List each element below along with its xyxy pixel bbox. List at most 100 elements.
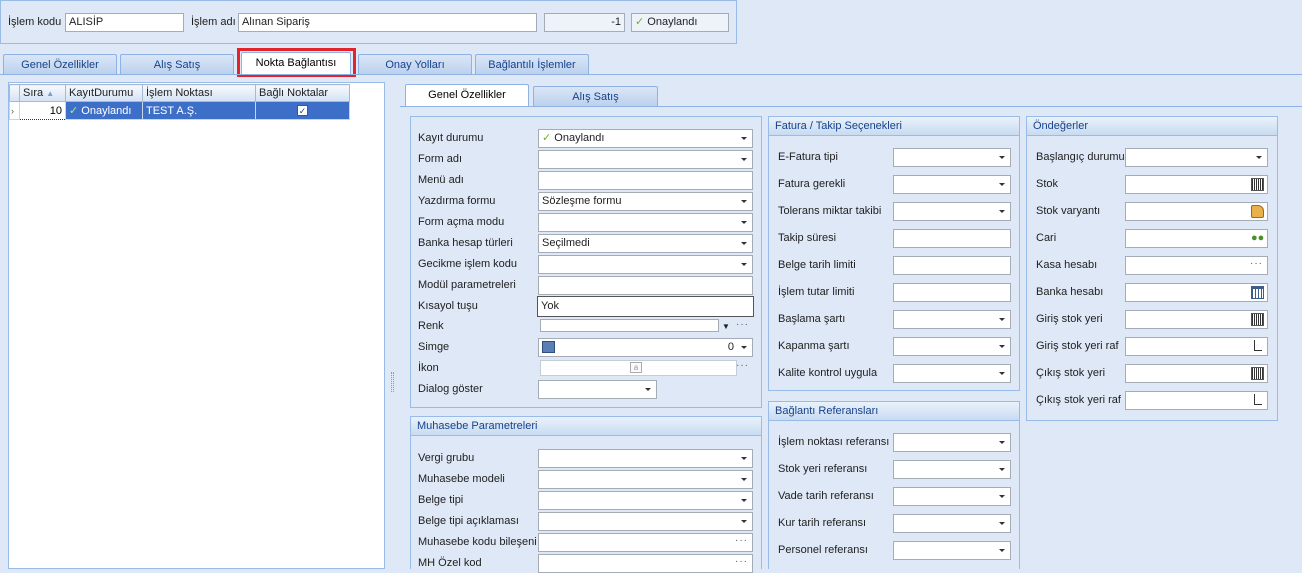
ikon-picker[interactable]: a ··· — [538, 359, 753, 378]
cikis-stok-yeri-raf-input[interactable] — [1125, 391, 1268, 410]
gecikme-islem-kodu-select[interactable] — [538, 255, 753, 274]
row-indicator-icon: › — [9, 101, 20, 120]
ellipsis-icon[interactable]: ··· — [1250, 257, 1263, 271]
muhasebe-kodu-bileseni-input[interactable]: ··· — [538, 533, 753, 552]
cell-kayit-durumu[interactable]: ✓ Onaylandı — [65, 101, 143, 120]
ellipsis-icon[interactable]: ··· — [735, 555, 748, 569]
islem-kodu-field[interactable]: ALISİP — [65, 13, 184, 32]
cari-input[interactable]: ●● — [1125, 229, 1268, 248]
cikis-stok-yeri-input[interactable] — [1125, 364, 1268, 383]
personel-referansi-select[interactable] — [893, 541, 1011, 560]
splitter-handle[interactable] — [391, 372, 394, 392]
form-acma-modu-select[interactable] — [538, 213, 753, 232]
renk-picker[interactable]: ▼ ··· — [538, 318, 753, 334]
takip-suresi-input[interactable] — [893, 229, 1011, 248]
vade-tarih-referansi-select[interactable] — [893, 487, 1011, 506]
tab-onay-yollari[interactable]: Onay Yolları — [358, 54, 472, 74]
col-kayit-durumu[interactable]: KayıtDurumu — [65, 84, 143, 102]
kur-tarih-referansi-select[interactable] — [893, 514, 1011, 533]
barcode-icon[interactable] — [1251, 313, 1264, 326]
vergi-grubu-select[interactable] — [538, 449, 753, 468]
label-form-adi: Form adı — [418, 153, 463, 165]
label-giris-stok-yeri-raf: Giriş stok yeri raf — [1036, 340, 1119, 352]
ellipsis-icon[interactable]: ··· — [736, 359, 749, 373]
label-form-acma-modu: Form açma modu — [418, 216, 505, 228]
e-fatura-tipi-select[interactable] — [893, 148, 1011, 167]
simge-select[interactable]: 0 — [538, 338, 753, 357]
tolerans-miktar-takibi-select[interactable] — [893, 202, 1011, 221]
menu-adi-input[interactable] — [538, 171, 753, 190]
users-icon[interactable]: ●● — [1251, 232, 1264, 245]
fatura-title: Fatura / Takip Seçenekleri — [769, 117, 1019, 136]
ellipsis-icon[interactable]: ··· — [735, 534, 748, 548]
fatura-gerekli-select[interactable] — [893, 175, 1011, 194]
label-banka-hesabi: Banka hesabı — [1036, 286, 1104, 298]
baslangic-durumu-select[interactable] — [1125, 148, 1268, 167]
belge-tipi-aciklamasi-select[interactable] — [538, 512, 753, 531]
col-bagli-noktalar[interactable]: Bağlı Noktalar — [255, 84, 350, 102]
tab-baglantili-islemler[interactable]: Bağlantılı İşlemler — [475, 54, 589, 74]
number-field[interactable]: -1 — [544, 13, 625, 32]
cell-sira[interactable]: 10 — [19, 101, 66, 120]
kapanma-sarti-select[interactable] — [893, 337, 1011, 356]
islem-adi-field[interactable]: Alınan Sipariş — [238, 13, 537, 32]
col-sira[interactable]: Sıra ▲ — [19, 84, 66, 102]
label-vergi-grubu: Vergi grubu — [418, 452, 475, 464]
label-kapanma-sarti: Kapanma şartı — [778, 340, 850, 352]
tree-icon[interactable] — [1254, 340, 1262, 351]
tab-strip-line — [0, 74, 1302, 75]
grid-panel — [8, 82, 385, 569]
ellipsis-icon[interactable]: ··· — [736, 318, 749, 332]
stok-varyanti-input[interactable] — [1125, 202, 1268, 221]
dialog-goster-select[interactable] — [538, 380, 657, 399]
baslama-sarti-select[interactable] — [893, 310, 1011, 329]
subtab-genel-ozellikler[interactable]: Genel Özellikler — [405, 84, 529, 106]
ondegerler-title: Öndeğerler — [1027, 117, 1277, 136]
banka-hesabi-input[interactable] — [1125, 283, 1268, 302]
barcode-icon[interactable] — [1251, 367, 1264, 380]
label-cikis-stok-yeri-raf: Çıkış stok yeri raf — [1036, 394, 1121, 406]
barcode-icon[interactable] — [1251, 178, 1264, 191]
belge-tipi-select[interactable] — [538, 491, 753, 510]
modul-parametreleri-input[interactable] — [538, 276, 753, 295]
tab-genel-ozellikler[interactable]: Genel Özellikler — [3, 54, 117, 74]
stok-yeri-referansi-select[interactable] — [893, 460, 1011, 479]
yazdirma-formu-select[interactable]: Sözleşme formu — [538, 192, 753, 211]
subtab-alis-satis[interactable]: Alış Satış — [533, 86, 658, 106]
muhasebe-modeli-select[interactable] — [538, 470, 753, 489]
checkbox-checked-icon[interactable]: ✓ — [297, 104, 308, 116]
chevron-down-icon[interactable]: ▼ — [722, 318, 730, 334]
banka-hesap-turleri-select[interactable]: Seçilmedi — [538, 234, 753, 253]
label-stok-varyanti: Stok varyantı — [1036, 205, 1101, 217]
cell-bagli-noktalar[interactable]: ✓ — [255, 101, 350, 120]
mh-ozel-kod-input[interactable]: ··· — [538, 554, 753, 573]
kasa-hesabi-input[interactable]: ··· — [1125, 256, 1268, 275]
status-field[interactable]: ✓ Onaylandı — [631, 13, 729, 32]
stok-input[interactable] — [1125, 175, 1268, 194]
tag-icon[interactable] — [1251, 205, 1264, 218]
tree-icon[interactable] — [1254, 394, 1262, 405]
kayit-durumu-select[interactable]: ✓ Onaylandı — [538, 129, 753, 148]
form-adi-select[interactable] — [538, 150, 753, 169]
islem-tutar-limiti-input[interactable] — [893, 283, 1011, 302]
subtab-line — [400, 106, 1302, 107]
giris-stok-yeri-raf-input[interactable] — [1125, 337, 1268, 356]
table-row[interactable]: › 10 ✓ Onaylandı TEST A.Ş. ✓ — [9, 101, 350, 120]
cell-islem-noktasi[interactable]: TEST A.Ş. — [142, 101, 256, 120]
kalite-kontrol-uygula-select[interactable] — [893, 364, 1011, 383]
belge-tarih-limiti-input[interactable] — [893, 256, 1011, 275]
sort-asc-icon: ▲ — [46, 89, 55, 98]
genel-ozellikler-group: Kayıt durumu ✓ Onaylandı Form adı Menü a… — [410, 116, 762, 408]
grid-indicator-col — [9, 84, 20, 102]
bank-icon[interactable] — [1251, 286, 1264, 299]
renk-swatch[interactable] — [540, 319, 719, 332]
muhasebe-title: Muhasebe Parametreleri — [411, 417, 761, 436]
col-islem-noktasi[interactable]: İşlem Noktası — [142, 84, 256, 102]
kisayol-tusu-input[interactable]: Yok — [537, 296, 754, 317]
label-fatura-gerekli: Fatura gerekli — [778, 178, 846, 190]
label-kisayol-tusu: Kısayol tuşu — [418, 300, 478, 312]
islem-noktasi-referansi-select[interactable] — [893, 433, 1011, 452]
label-giris-stok-yeri: Giriş stok yeri — [1036, 313, 1103, 325]
giris-stok-yeri-input[interactable] — [1125, 310, 1268, 329]
tab-alis-satis[interactable]: Alış Satış — [120, 54, 234, 74]
